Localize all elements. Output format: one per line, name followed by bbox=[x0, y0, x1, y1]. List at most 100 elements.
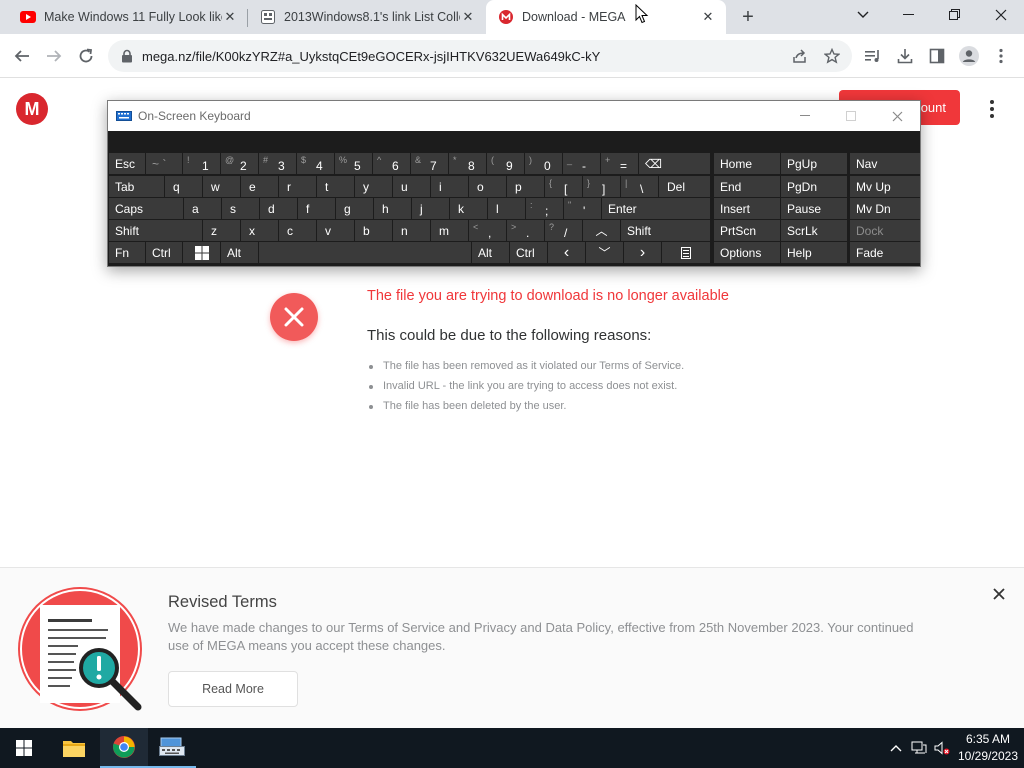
key-tilde[interactable]: ~ ` bbox=[146, 153, 182, 174]
key-v[interactable]: v bbox=[317, 220, 354, 241]
key-n[interactable]: n bbox=[393, 220, 430, 241]
lock-icon[interactable] bbox=[120, 49, 134, 63]
key-9[interactable]: (9 bbox=[487, 153, 524, 174]
key-pgdn[interactable]: PgDn bbox=[781, 176, 847, 197]
key-menu[interactable] bbox=[662, 242, 710, 263]
read-more-button[interactable]: Read More bbox=[168, 671, 298, 707]
close-window-icon[interactable] bbox=[978, 0, 1024, 30]
key-g[interactable]: g bbox=[336, 198, 373, 219]
key-o[interactable]: o bbox=[469, 176, 506, 197]
key-help[interactable]: Help bbox=[781, 242, 847, 263]
key-comma[interactable]: <, bbox=[469, 220, 506, 241]
key-pgup[interactable]: PgUp bbox=[781, 153, 847, 174]
share-icon[interactable] bbox=[790, 46, 810, 66]
url-text[interactable]: mega.nz/file/K00kzYRZ#a_UykstqCEt9eGOCER… bbox=[142, 49, 792, 64]
key-minus[interactable]: _ - bbox=[563, 153, 600, 174]
volume-muted-icon[interactable] bbox=[934, 740, 950, 756]
forward-arrow-icon[interactable] bbox=[40, 42, 68, 70]
show-hidden-icons-chevron-icon[interactable] bbox=[888, 740, 904, 756]
key-ctrl-left[interactable]: Ctrl bbox=[146, 242, 182, 263]
key-t[interactable]: t bbox=[317, 176, 354, 197]
key-alt-left[interactable]: Alt bbox=[221, 242, 258, 263]
key-z[interactable]: z bbox=[203, 220, 240, 241]
key-insert[interactable]: Insert bbox=[714, 198, 780, 219]
key-mv-up[interactable]: Mv Up bbox=[850, 176, 920, 197]
key-w[interactable]: w bbox=[203, 176, 240, 197]
key-b[interactable]: b bbox=[355, 220, 392, 241]
restore-icon[interactable] bbox=[932, 0, 978, 30]
clock-date[interactable]: 10/29/2023 bbox=[955, 749, 1021, 763]
key-nav[interactable]: Nav bbox=[850, 153, 920, 174]
key-i[interactable]: i bbox=[431, 176, 468, 197]
key-r[interactable]: r bbox=[279, 176, 316, 197]
key-m[interactable]: m bbox=[431, 220, 468, 241]
key-6[interactable]: ^ 6 bbox=[373, 153, 410, 174]
side-panel-icon[interactable] bbox=[926, 45, 948, 67]
minimize-icon[interactable] bbox=[886, 0, 932, 30]
key-h[interactable]: h bbox=[374, 198, 411, 219]
key-left-arrow[interactable]: ‹ bbox=[548, 242, 585, 263]
key-left-bracket[interactable]: {[ bbox=[545, 176, 582, 197]
mega-logo[interactable]: M bbox=[16, 93, 48, 125]
osk-close-icon[interactable] bbox=[884, 105, 910, 127]
key-d[interactable]: d bbox=[260, 198, 297, 219]
start-button[interactable] bbox=[0, 728, 48, 768]
key-backspace[interactable]: ⌫ bbox=[639, 153, 710, 174]
address-bar[interactable]: mega.nz/file/K00kzYRZ#a_UykstqCEt9eGOCER… bbox=[108, 40, 852, 72]
key-a[interactable]: a bbox=[184, 198, 221, 219]
tab-mega-download[interactable]: Download - MEGA ✕ bbox=[486, 0, 726, 34]
key-right-bracket[interactable]: }] bbox=[583, 176, 620, 197]
key-prtscn[interactable]: PrtScn bbox=[714, 220, 780, 241]
key-u[interactable]: u bbox=[393, 176, 430, 197]
chrome-taskbar-icon[interactable] bbox=[100, 728, 148, 768]
browser-menu-icon[interactable] bbox=[990, 45, 1012, 67]
tab-search-icon[interactable] bbox=[840, 0, 886, 30]
key-3[interactable]: #3 bbox=[259, 153, 296, 174]
key-options[interactable]: Options bbox=[714, 242, 780, 263]
close-tab-icon[interactable]: ✕ bbox=[222, 9, 238, 25]
key-c[interactable]: c bbox=[279, 220, 316, 241]
back-arrow-icon[interactable] bbox=[8, 42, 36, 70]
file-explorer-icon[interactable] bbox=[50, 728, 98, 768]
key-fade[interactable]: Fade bbox=[850, 242, 920, 263]
reload-icon[interactable] bbox=[72, 42, 100, 70]
tab-link-list[interactable]: 2013Windows8.1's link List Colle ✕ bbox=[248, 0, 486, 34]
key-2[interactable]: @2 bbox=[221, 153, 258, 174]
close-tab-icon[interactable]: ✕ bbox=[460, 9, 476, 25]
key-home[interactable]: Home bbox=[714, 153, 780, 174]
key-tab[interactable]: Tab bbox=[109, 176, 164, 197]
key-esc[interactable]: Esc bbox=[109, 153, 145, 174]
on-screen-keyboard-taskbar-icon[interactable] bbox=[148, 728, 196, 768]
media-controls-icon[interactable] bbox=[862, 45, 884, 67]
key-4[interactable]: $4 bbox=[297, 153, 334, 174]
key-del[interactable]: Del bbox=[659, 176, 710, 197]
page-menu-icon[interactable] bbox=[982, 98, 1002, 120]
key-pause[interactable]: Pause bbox=[781, 198, 847, 219]
key-f[interactable]: f bbox=[298, 198, 335, 219]
key-e[interactable]: e bbox=[241, 176, 278, 197]
key-down-arrow[interactable]: ﹀ bbox=[586, 242, 623, 263]
key-y[interactable]: y bbox=[355, 176, 392, 197]
key-dock[interactable]: Dock bbox=[850, 220, 920, 241]
key-backslash[interactable]: | \ bbox=[621, 176, 658, 197]
osk-minimize-icon[interactable] bbox=[792, 105, 818, 127]
key-right-arrow[interactable]: › bbox=[624, 242, 661, 263]
key-ctrl-right[interactable]: Ctrl bbox=[510, 242, 547, 263]
key-j[interactable]: j bbox=[412, 198, 449, 219]
key-x[interactable]: x bbox=[241, 220, 278, 241]
key-shift-right[interactable]: Shift bbox=[621, 220, 710, 241]
key-end[interactable]: End bbox=[714, 176, 780, 197]
download-icon[interactable] bbox=[894, 45, 916, 67]
key-1[interactable]: ! 1 bbox=[183, 153, 220, 174]
key-8[interactable]: * 8 bbox=[449, 153, 486, 174]
bookmark-star-icon[interactable] bbox=[822, 46, 842, 66]
new-tab-button[interactable]: + bbox=[736, 5, 760, 29]
key-slash[interactable]: ? / bbox=[545, 220, 582, 241]
key-scrlk[interactable]: ScrLk bbox=[781, 220, 847, 241]
key-up-arrow[interactable]: ︿ bbox=[583, 220, 620, 241]
key-quote[interactable]: " ' bbox=[564, 198, 601, 219]
key-s[interactable]: s bbox=[222, 198, 259, 219]
tab-youtube[interactable]: Make Windows 11 Fully Look like ✕ bbox=[8, 0, 248, 34]
profile-avatar-icon[interactable] bbox=[958, 45, 980, 67]
key-alt-right[interactable]: Alt bbox=[472, 242, 509, 263]
